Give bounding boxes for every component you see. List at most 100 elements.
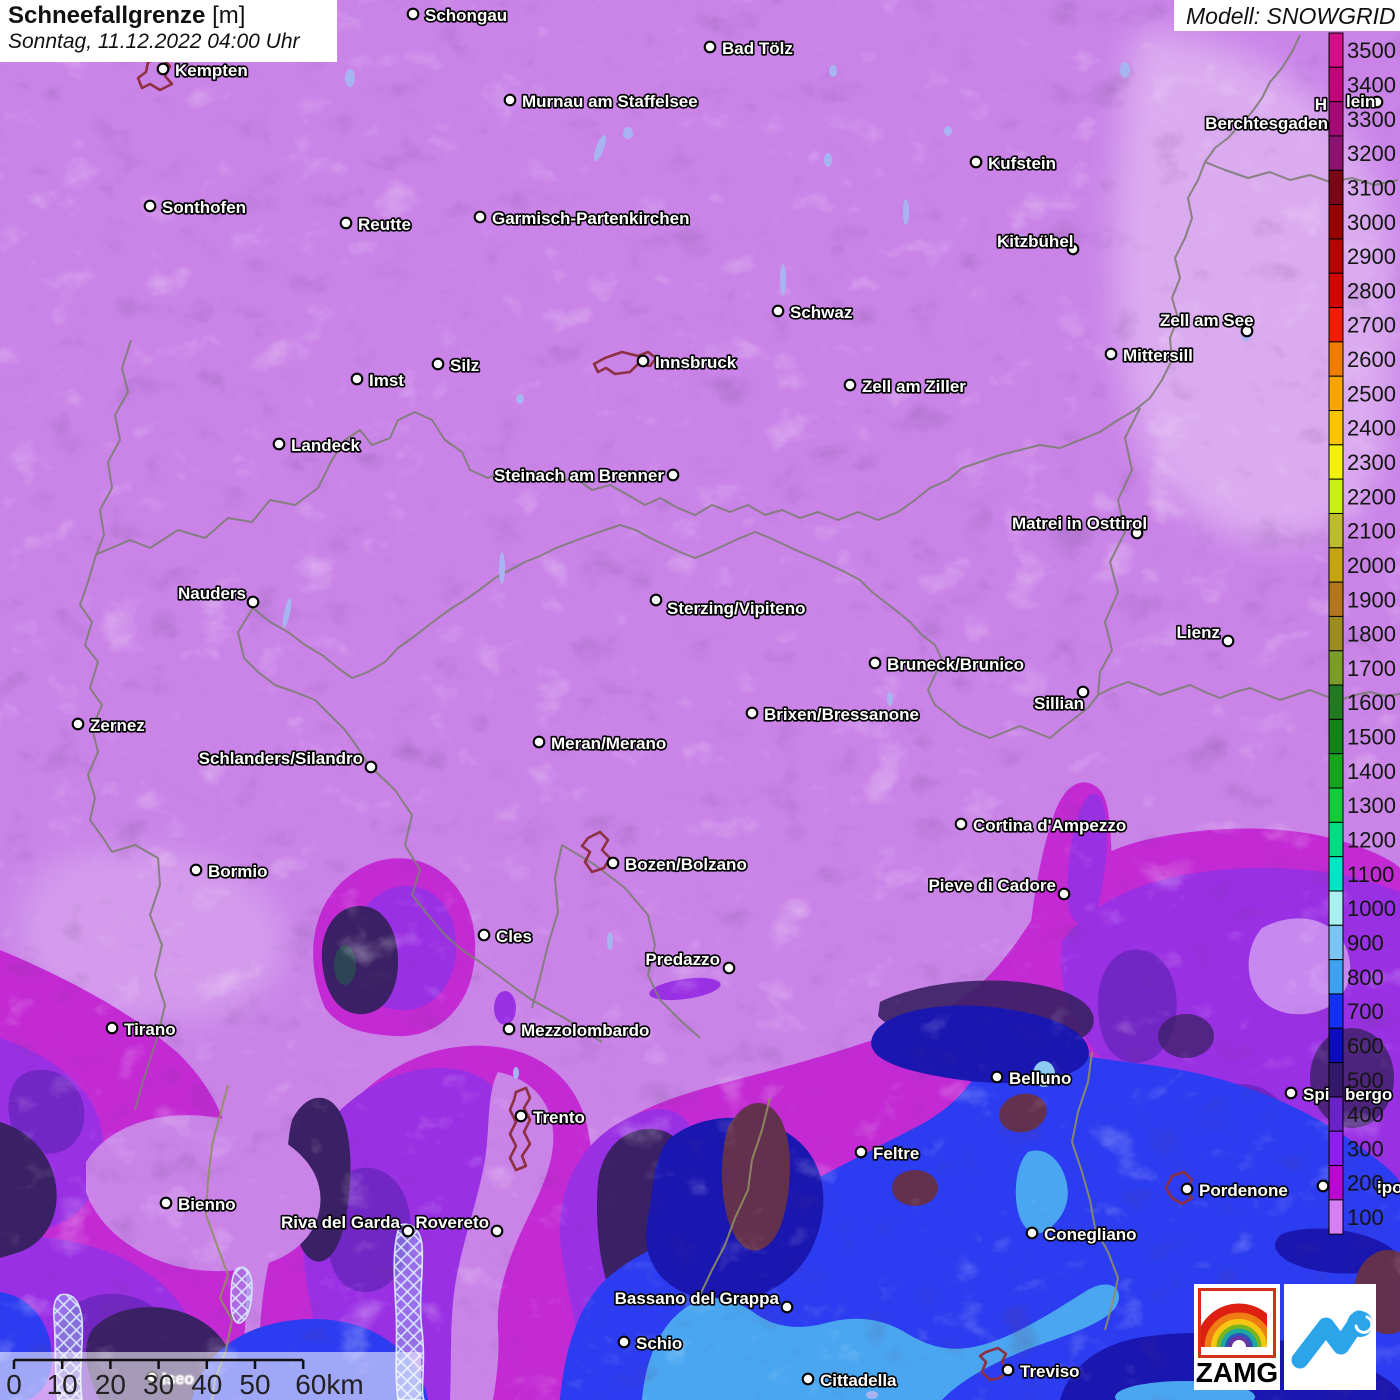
colorbar-swatch-1100	[1328, 856, 1344, 892]
city-dot	[703, 40, 717, 54]
colorbar-label: 1200	[1347, 828, 1396, 853]
colorbar-swatch-2100	[1328, 512, 1344, 549]
colorbar-swatch-1700	[1328, 650, 1344, 686]
city-label: Pieve di Cadore	[928, 876, 1056, 895]
colorbar-swatch-2400	[1328, 410, 1344, 446]
city-label: Nauders	[178, 584, 246, 603]
city-label: Schlanders/Silandro	[199, 749, 363, 768]
city-dot	[1057, 887, 1071, 901]
city-label: Trento	[533, 1108, 585, 1127]
colorbar-label: 1600	[1347, 690, 1396, 715]
city-label: Pordenone	[1199, 1181, 1288, 1200]
city-label: Bad Tölz	[722, 39, 793, 58]
city-label: Kufstein	[988, 154, 1056, 173]
city-label: Mezzolombardo	[521, 1021, 649, 1040]
colorbar-label: 3000	[1347, 210, 1396, 235]
distance-scalebar: 0 10 20 30 40 50 60km	[0, 1352, 421, 1400]
avalanche-service-logo	[1284, 1284, 1376, 1390]
lake	[513, 1067, 519, 1079]
colorbar-swatch-500	[1328, 1062, 1344, 1098]
city-dot	[666, 468, 680, 482]
colorbar-label: 600	[1347, 1033, 1384, 1058]
colorbar-swatch-2000	[1328, 547, 1344, 583]
city-label: Treviso	[1020, 1362, 1080, 1381]
city-dot	[649, 593, 663, 607]
lake	[866, 1391, 878, 1399]
colorbar-label: 2200	[1347, 484, 1396, 509]
city-dot	[780, 1300, 794, 1314]
city-label: Zernez	[90, 716, 145, 735]
colorbar-label: 3400	[1347, 72, 1396, 97]
colorbar-swatch-3500	[1328, 32, 1344, 68]
city-label: Cittadella	[820, 1371, 897, 1390]
map-datetime: Sonntag, 11.12.2022 04:00 Uhr	[8, 30, 300, 54]
zamg-logo-text: ZAMG	[1195, 1357, 1279, 1388]
city-dot	[364, 760, 378, 774]
colorbar-label: 2700	[1347, 313, 1396, 338]
colorbar-label: 1100	[1347, 862, 1394, 887]
city-dot	[189, 863, 203, 877]
city-dot	[1180, 1182, 1194, 1196]
city-label: Murnau am Staffelsee	[522, 92, 698, 111]
city-label: Matrei in Osttirol	[1012, 514, 1147, 533]
colorbar-label: 800	[1347, 965, 1384, 990]
colorbar-label: 2500	[1347, 381, 1396, 406]
scalebar-label: 40	[191, 1369, 222, 1400]
city-label: Innsbruck	[655, 353, 737, 372]
scalebar-label: 60km	[295, 1369, 363, 1400]
city-label: Meran/Merano	[551, 734, 666, 753]
zamg-logo: ZAMG	[1194, 1284, 1283, 1390]
colorbar-swatch-2500	[1328, 375, 1344, 412]
zamg-logo-frame	[1195, 1288, 1283, 1358]
city-dot	[1284, 1086, 1298, 1100]
lake	[780, 264, 786, 296]
city-label: Bassano del Grappa	[615, 1289, 780, 1308]
snowfall-limit-map: Schongau Bad Tölz Kempten Murnau am Staffel…	[0, 0, 1400, 1400]
colorbar-label: 1800	[1347, 622, 1396, 647]
city-dot	[473, 210, 487, 224]
colorbar-swatch-1200	[1328, 821, 1344, 858]
colorbar-swatch-3100	[1328, 169, 1344, 206]
city-label: Schongau	[425, 6, 507, 25]
scalebar-label: 20	[95, 1369, 126, 1400]
map-title: Schneefallgrenze	[8, 2, 206, 29]
city-dot	[406, 7, 420, 21]
colorbar-label: 400	[1347, 1102, 1384, 1127]
city-label: Imst	[369, 371, 404, 390]
colorbar-label: 2900	[1347, 244, 1396, 269]
lake	[829, 65, 837, 77]
map-title-box: Schneefallgrenze [m] Sonntag, 11.12.2022…	[0, 0, 337, 62]
city-dot	[1104, 347, 1118, 361]
colorbar-label: 3200	[1347, 141, 1396, 166]
map-unit: [m]	[212, 2, 246, 29]
colorbar-label: 1500	[1347, 725, 1396, 750]
city-label: Predazzo	[645, 950, 720, 969]
colorbar-swatch-2700	[1328, 307, 1344, 343]
city-dot	[771, 304, 785, 318]
colorbar-swatch-2900	[1328, 238, 1344, 274]
colorbar-swatch-2200	[1328, 478, 1344, 514]
city-label: Belluno	[1009, 1069, 1071, 1088]
mountain-cloud-icon	[1291, 1310, 1374, 1369]
city-label: Sterzing/Vipiteno	[667, 599, 806, 618]
city-label: Kitzbühel	[997, 232, 1074, 251]
city-label: Lienz	[1177, 623, 1220, 642]
lake	[944, 126, 952, 136]
colorbar-label: 1400	[1347, 759, 1396, 784]
model-label-box: Modell: SNOWGRID	[1174, 0, 1400, 31]
model-label: Modell: SNOWGRID	[1186, 3, 1396, 29]
lake	[345, 69, 355, 87]
city-dot	[431, 357, 445, 371]
city-dot	[246, 595, 260, 609]
colorbar-swatch-600	[1328, 1027, 1344, 1064]
colorbar-swatch-1000	[1328, 890, 1344, 926]
colorbar-swatch-3000	[1328, 204, 1344, 240]
city-label: Feltre	[873, 1144, 919, 1163]
city-dot	[350, 372, 364, 386]
city-dot	[159, 1196, 173, 1210]
city-label: Zell am See	[1160, 311, 1254, 330]
city-label-fragment: H	[1315, 95, 1327, 114]
colorbar-label: 2100	[1347, 519, 1396, 544]
colorbar-swatch-1900	[1328, 581, 1344, 617]
city-label: Silz	[450, 356, 479, 375]
